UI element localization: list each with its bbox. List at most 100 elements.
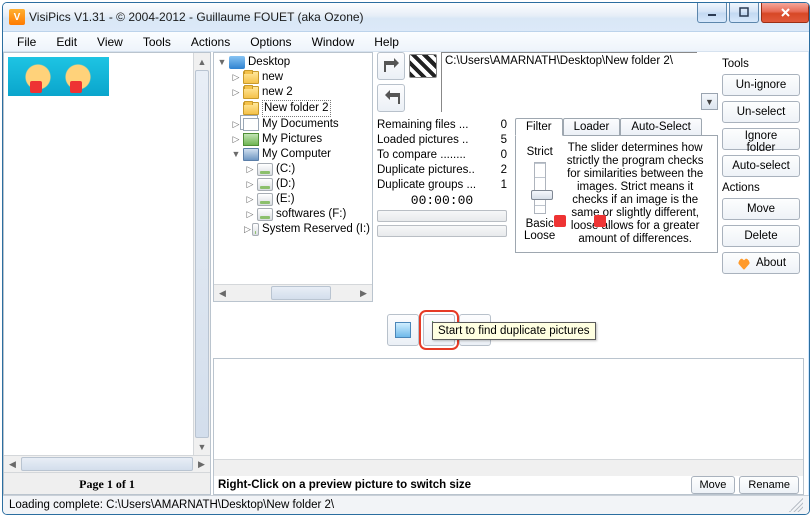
collapse-icon[interactable]: ▼ (216, 55, 228, 70)
stop-button[interactable] (387, 314, 419, 346)
tree-item-label: My Pictures (262, 132, 322, 147)
app-icon: V (9, 9, 25, 25)
tree-item[interactable]: ▷(D:) (216, 177, 370, 192)
actions-heading: Actions (722, 182, 800, 194)
desktop-icon (229, 56, 245, 69)
expand-icon[interactable]: ▷ (230, 85, 242, 100)
tree-item[interactable]: ▷new (216, 70, 370, 85)
tree-item[interactable]: ▼My Computer (216, 147, 370, 162)
stat-label: To compare ........ (377, 148, 466, 163)
results-hscrollbar[interactable]: ◀ ▶ (4, 455, 210, 472)
scroll-left-icon[interactable]: ◀ (214, 285, 231, 301)
tree-item[interactable]: ▷(E:) (216, 192, 370, 207)
unignore-button[interactable]: Un-ignore (722, 74, 800, 96)
menu-tools[interactable]: Tools (135, 33, 179, 51)
window-title: VisiPics V1.31 - © 2004-2012 - Guillaume… (29, 10, 364, 24)
results-vscrollbar[interactable]: ▲ ▼ (193, 53, 210, 455)
expand-icon[interactable]: ▷ (230, 70, 242, 85)
stats-block: Remaining files ...0 Loaded pictures ..5… (377, 118, 507, 253)
tree-item[interactable]: ▷ My Pictures (216, 132, 370, 147)
menu-actions[interactable]: Actions (183, 33, 238, 51)
menu-window[interactable]: Window (304, 33, 363, 51)
ignore-folder-button[interactable]: Ignore folder (722, 128, 800, 150)
about-label: About (756, 257, 786, 269)
tree-item[interactable]: New folder 2 (216, 100, 370, 117)
result-thumbnail[interactable] (8, 57, 109, 96)
path-list[interactable]: C:\Users\AMARNATH\Desktop\New folder 2\ (441, 52, 697, 112)
collapse-icon[interactable]: ▼ (230, 147, 242, 162)
stat-value: 1 (501, 178, 507, 193)
menu-file[interactable]: File (9, 33, 44, 51)
stat-label: Loaded pictures .. (377, 133, 468, 148)
expand-icon[interactable]: ▷ (244, 207, 256, 222)
tab-loader[interactable]: Loader (563, 118, 621, 135)
tab-autoselect[interactable]: Auto-Select (620, 118, 701, 135)
strictness-slider[interactable] (531, 158, 549, 218)
expand-icon[interactable]: ▷ (230, 132, 242, 147)
drive-icon (252, 223, 259, 236)
about-button[interactable]: About (722, 252, 800, 274)
drive-icon (257, 208, 273, 221)
move-button[interactable]: Move (722, 198, 800, 220)
scroll-thumb[interactable] (21, 457, 193, 471)
progress-bar-1 (377, 210, 507, 222)
tree-item[interactable]: ▷System Reserved (I:) (216, 222, 370, 237)
menu-help[interactable]: Help (366, 33, 407, 51)
preview-hint: Right-Click on a preview picture to swit… (218, 479, 471, 491)
tree-item[interactable]: ▼Desktop (216, 55, 370, 70)
expand-icon[interactable]: ▷ (244, 177, 256, 192)
window-minimize-button[interactable] (697, 3, 727, 23)
slider-label-loose: Loose (524, 230, 555, 242)
stat-label: Duplicate pictures.. (377, 163, 475, 178)
tree-hscrollbar[interactable]: ◀ ▶ (214, 284, 372, 301)
add-path-button[interactable] (377, 52, 405, 80)
unselect-button[interactable]: Un-select (722, 101, 800, 123)
tree-item-label: new 2 (262, 85, 293, 100)
delete-button[interactable]: Delete (722, 225, 800, 247)
folder-tree[interactable]: ▼Desktop▷new▷new 2New folder 2▷My Docume… (213, 52, 373, 302)
app-window: V VisiPics V1.31 - © 2004-2012 - Guillau… (2, 2, 810, 515)
scroll-right-icon[interactable]: ▶ (355, 285, 372, 301)
tree-item-label: My Documents (262, 117, 339, 132)
window-close-button[interactable] (761, 3, 809, 23)
scroll-up-icon[interactable]: ▲ (194, 53, 210, 70)
expand-icon[interactable]: ▷ (244, 192, 256, 207)
menu-options[interactable]: Options (242, 33, 299, 51)
drive-icon (257, 193, 273, 206)
scroll-down-icon[interactable]: ▼ (194, 438, 210, 455)
statusbar: Loading complete: C:\Users\AMARNATH\Desk… (3, 495, 809, 514)
preview-body[interactable] (214, 359, 803, 459)
scroll-left-icon[interactable]: ◀ (4, 456, 21, 472)
path-dropdown-icon[interactable]: ▼ (701, 93, 718, 110)
center-panel: C:\Users\AMARNATH\Desktop\New folder 2\ … (373, 52, 718, 302)
scroll-thumb[interactable] (271, 286, 331, 300)
tree-item[interactable]: ▷softwares (F:) (216, 207, 370, 222)
stat-value: 5 (501, 133, 507, 148)
status-text: Loading complete: C:\Users\AMARNATH\Desk… (9, 499, 334, 511)
resize-grip-icon[interactable] (789, 498, 803, 512)
expand-icon[interactable]: ▷ (230, 117, 242, 132)
tab-filter[interactable]: Filter (515, 118, 563, 136)
expand-icon[interactable]: ▷ (244, 162, 256, 177)
tree-item[interactable]: ▷ new 2 (216, 85, 370, 100)
menu-view[interactable]: View (89, 33, 131, 51)
docs-icon (243, 118, 259, 131)
scroll-thumb[interactable] (195, 70, 209, 438)
footer-rename-button[interactable]: Rename (739, 476, 799, 494)
tree-item[interactable]: ▷ My Documents (216, 117, 370, 132)
remove-path-button[interactable] (377, 84, 405, 112)
tree-item-label: New folder 2 (262, 100, 331, 117)
titlebar[interactable]: V VisiPics V1.31 - © 2004-2012 - Guillau… (3, 3, 809, 32)
footer-move-button[interactable]: Move (691, 476, 736, 494)
menu-edit[interactable]: Edit (48, 33, 85, 51)
scroll-right-icon[interactable]: ▶ (193, 456, 210, 472)
preview-hscrollbar[interactable] (214, 459, 803, 476)
tree-item[interactable]: ▷(C:) (216, 162, 370, 177)
window-maximize-button[interactable] (729, 3, 759, 23)
settings-tabs: Filter Loader Auto-Select Strict Basic L… (515, 118, 718, 253)
stat-value: 0 (501, 148, 507, 163)
drive-icon (257, 178, 273, 191)
expand-icon[interactable]: ▷ (244, 222, 251, 237)
autoselect-button[interactable]: Auto-select (722, 155, 800, 177)
filter-description: The slider determines how strictly the p… (561, 142, 709, 246)
